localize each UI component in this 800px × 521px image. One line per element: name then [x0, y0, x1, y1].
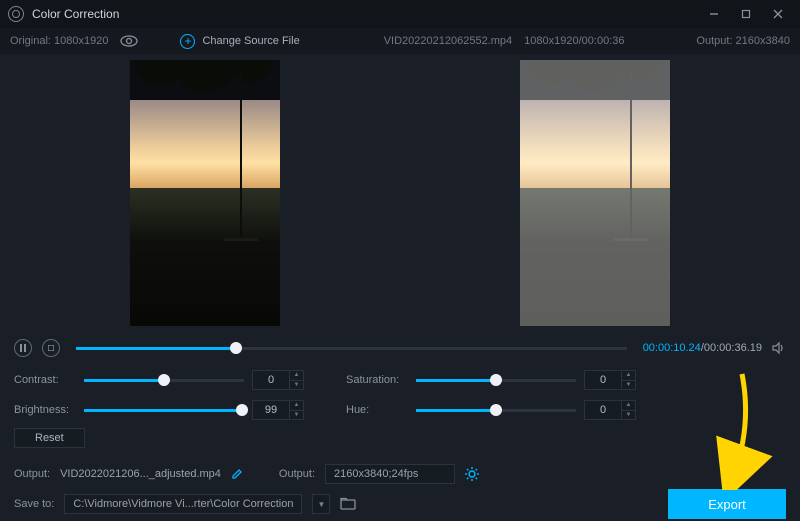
save-path-dropdown[interactable]: ▼ — [312, 494, 330, 514]
brightness-step-up[interactable]: ▲ — [290, 401, 303, 411]
app-logo-icon — [8, 6, 24, 22]
volume-icon[interactable] — [772, 341, 786, 355]
time-current: 00:00:10.24 — [643, 342, 701, 354]
saturation-value-box[interactable]: 0 ▲▼ — [584, 370, 636, 390]
change-source-button[interactable]: + Change Source File — [180, 34, 299, 49]
playback-controls: 00:00:10.24/00:00:36.19 — [0, 334, 800, 362]
time-total: 00:00:36.19 — [704, 342, 762, 354]
contrast-step-up[interactable]: ▲ — [290, 371, 303, 381]
brightness-control: Brightness: 99 ▲▼ — [14, 400, 304, 420]
minimize-button[interactable] — [698, 0, 730, 28]
change-source-label: Change Source File — [202, 35, 299, 47]
contrast-value: 0 — [253, 371, 289, 389]
output-resolution-label: Output: 2160x3840 — [696, 35, 790, 47]
reset-button[interactable]: Reset — [14, 428, 85, 448]
brightness-value: 99 — [253, 401, 289, 419]
hue-control: Hue: 0 ▲▼ — [346, 400, 636, 420]
timeline-slider[interactable] — [76, 347, 627, 350]
edit-filename-icon[interactable] — [231, 468, 243, 480]
compare-eye-icon[interactable] — [120, 35, 138, 47]
maximize-button[interactable] — [730, 0, 762, 28]
save-path-box[interactable]: C:\Vidmore\Vidmore Vi...rter\Color Corre… — [64, 494, 302, 514]
output-file-label: Output: — [14, 468, 50, 480]
saturation-label: Saturation: — [346, 374, 408, 386]
contrast-step-down[interactable]: ▼ — [290, 381, 303, 390]
output-settings-icon[interactable] — [465, 467, 479, 481]
window-title: Color Correction — [32, 7, 119, 21]
brightness-step-down[interactable]: ▼ — [290, 411, 303, 420]
hue-slider[interactable] — [416, 409, 576, 412]
hue-step-down[interactable]: ▼ — [622, 411, 635, 420]
hue-value-box[interactable]: 0 ▲▼ — [584, 400, 636, 420]
saturation-step-down[interactable]: ▼ — [622, 381, 635, 390]
plus-icon: + — [180, 34, 195, 49]
header-bar: Original: 1080x1920 + Change Source File… — [0, 28, 800, 54]
open-folder-icon[interactable] — [340, 497, 356, 511]
preview-area — [0, 54, 800, 334]
brightness-label: Brightness: — [14, 404, 76, 416]
output-format-label: Output: — [279, 468, 315, 480]
contrast-label: Contrast: — [14, 374, 76, 386]
time-display: 00:00:10.24/00:00:36.19 — [643, 342, 762, 354]
contrast-slider[interactable] — [84, 379, 244, 382]
color-controls: Contrast: 0 ▲▼ Saturation: 0 ▲▼ Brightne… — [0, 362, 800, 422]
saturation-step-up[interactable]: ▲ — [622, 371, 635, 381]
source-meta: 1080x1920/00:00:36 — [524, 35, 624, 47]
preview-adjusted — [520, 60, 670, 326]
brightness-value-box[interactable]: 99 ▲▼ — [252, 400, 304, 420]
contrast-value-box[interactable]: 0 ▲▼ — [252, 370, 304, 390]
output-row: Output: VID2022021206..._adjusted.mp4 Ou… — [0, 462, 800, 486]
save-row: Save to: C:\Vidmore\Vidmore Vi...rter\Co… — [0, 486, 800, 521]
original-resolution-label: Original: 1080x1920 — [10, 35, 108, 47]
close-button[interactable] — [762, 0, 794, 28]
save-to-label: Save to: — [14, 498, 54, 510]
hue-value: 0 — [585, 401, 621, 419]
hue-step-up[interactable]: ▲ — [622, 401, 635, 411]
saturation-control: Saturation: 0 ▲▼ — [346, 370, 636, 390]
source-filename: VID20220212062552.mp4 — [384, 35, 512, 47]
hue-label: Hue: — [346, 404, 408, 416]
preview-original — [130, 60, 280, 326]
brightness-slider[interactable] — [84, 409, 244, 412]
output-format-value[interactable]: 2160x3840;24fps — [325, 464, 455, 484]
saturation-slider[interactable] — [416, 379, 576, 382]
stop-button[interactable] — [42, 339, 60, 357]
pause-button[interactable] — [14, 339, 32, 357]
export-button[interactable]: Export — [668, 489, 786, 519]
saturation-value: 0 — [585, 371, 621, 389]
titlebar: Color Correction — [0, 0, 800, 28]
output-file-value: VID2022021206..._adjusted.mp4 — [60, 468, 221, 480]
contrast-control: Contrast: 0 ▲▼ — [14, 370, 304, 390]
